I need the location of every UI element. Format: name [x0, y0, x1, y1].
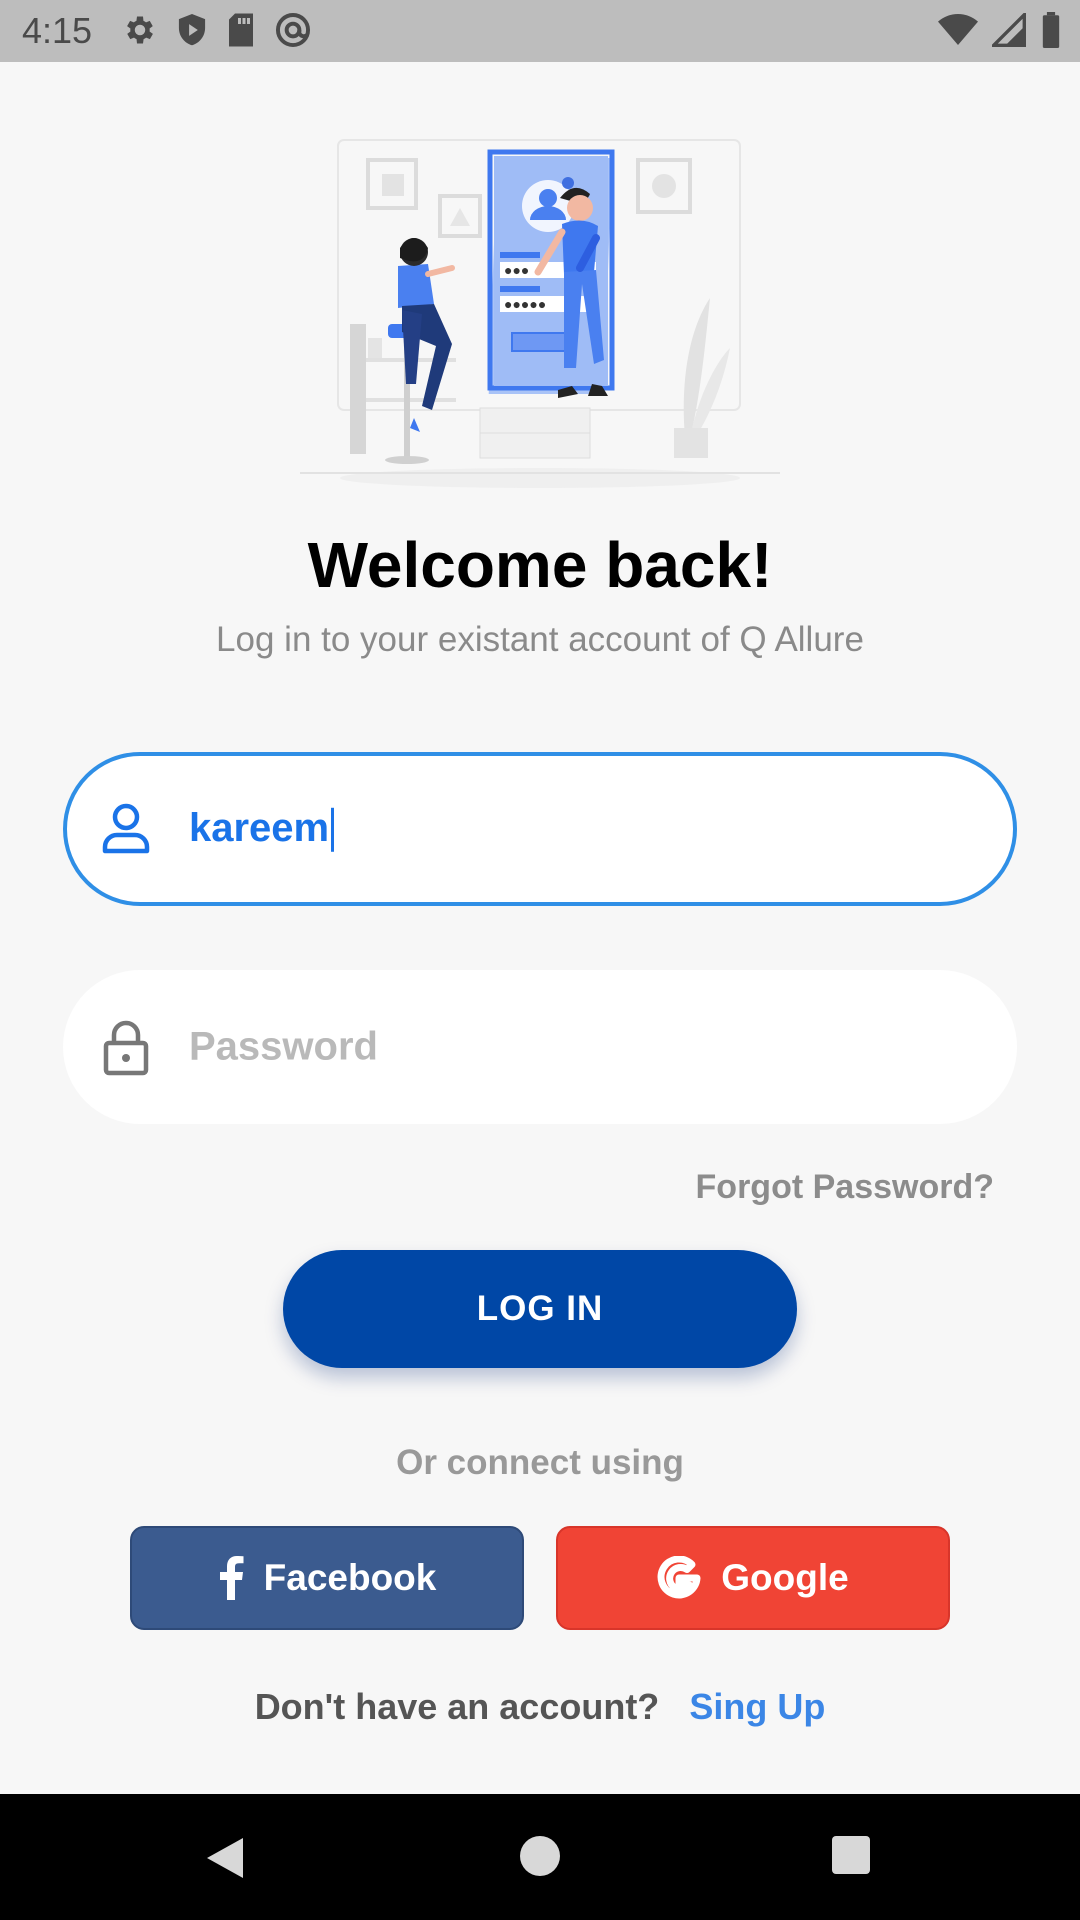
page-title: Welcome back! — [307, 529, 773, 601]
username-input[interactable]: kareem — [189, 805, 335, 853]
signup-link[interactable]: Sing Up — [689, 1686, 825, 1727]
page-subtitle: Log in to your existant account of Q All… — [216, 620, 864, 659]
username-field[interactable]: kareem — [63, 752, 1017, 906]
back-icon[interactable] — [205, 1836, 245, 1885]
battery-icon — [1040, 11, 1062, 53]
at-sign-icon — [274, 11, 312, 54]
sd-card-icon — [226, 12, 256, 53]
cell-signal-icon — [989, 10, 1026, 52]
google-label: Google — [721, 1557, 849, 1598]
navigation-bar — [0, 1794, 1080, 1920]
text-cursor — [331, 808, 335, 853]
facebook-button[interactable]: Facebook — [130, 1526, 524, 1630]
password-input[interactable]: Password — [189, 1025, 378, 1070]
signup-prompt: Don't have an account? — [254, 1686, 660, 1727]
login-screen: 4:15 ●●● ●●●●● Welcome back! Log in to y… — [0, 0, 1080, 1920]
google-icon — [657, 1556, 701, 1600]
settings-icon — [122, 12, 158, 53]
status-time: 4:15 — [22, 10, 93, 51]
user-icon — [101, 801, 151, 857]
facebook-icon — [218, 1556, 244, 1600]
password-field[interactable]: Password — [63, 970, 1017, 1124]
facebook-label: Facebook — [263, 1557, 437, 1598]
signup-row: Don't have an account? Sing Up — [0, 1686, 1080, 1728]
svg-text:●●●: ●●● — [504, 262, 529, 278]
home-icon[interactable] — [520, 1836, 560, 1876]
svg-text:●●●●●: ●●●●● — [504, 296, 546, 312]
shield-icon — [176, 12, 208, 53]
lock-icon — [101, 1019, 151, 1076]
status-icons-left — [122, 12, 312, 52]
recent-apps-icon[interactable] — [832, 1836, 870, 1874]
status-icons-right — [938, 10, 1062, 53]
connect-label: Or connect using — [396, 1443, 684, 1482]
login-button[interactable]: LOG IN — [283, 1250, 797, 1368]
username-value: kareem — [189, 805, 330, 850]
forgot-password-link[interactable]: Forgot Password? — [696, 1168, 994, 1207]
login-illustration: ●●● ●●●●● — [290, 128, 790, 498]
wifi-icon — [938, 13, 978, 52]
status-bar: 4:15 — [0, 0, 1080, 62]
google-button[interactable]: Google — [556, 1526, 950, 1630]
